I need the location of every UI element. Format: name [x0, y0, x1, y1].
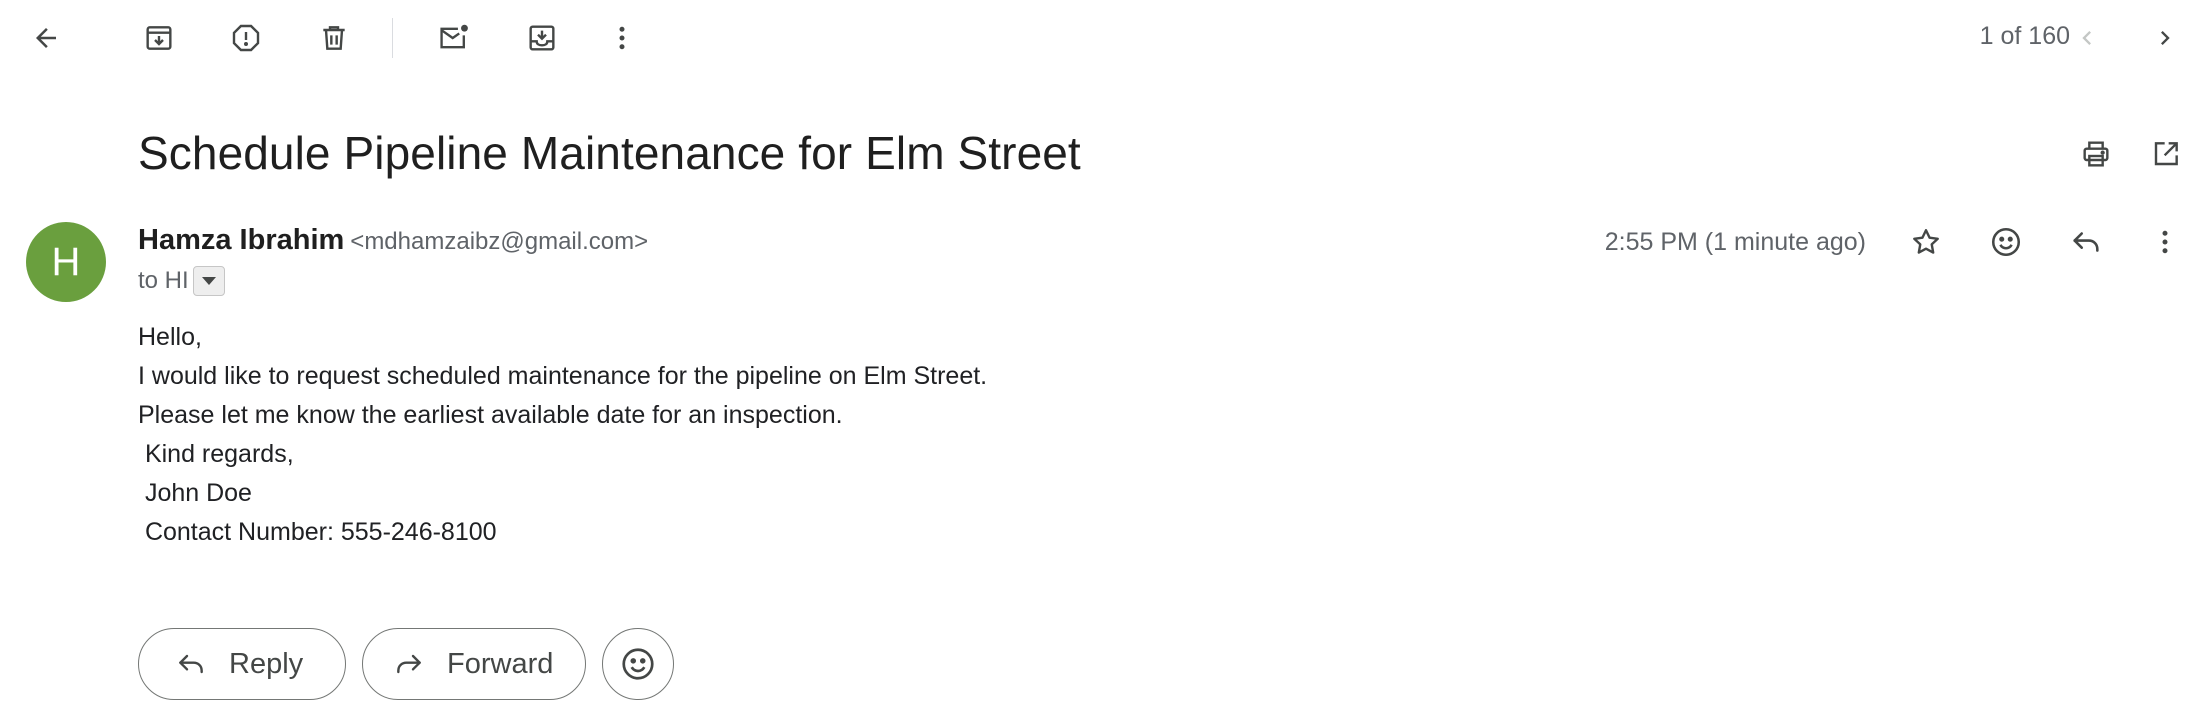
body-line: John Doe	[138, 479, 252, 507]
mark-unread-icon[interactable]	[430, 14, 478, 62]
recipient-label: to HI	[138, 267, 189, 294]
delete-icon[interactable]	[310, 14, 358, 62]
forward-button[interactable]: Forward	[362, 628, 586, 700]
reply-button[interactable]: Reply	[138, 628, 346, 700]
reply-icon[interactable]	[2062, 218, 2110, 266]
body-line: Kind regards,	[138, 440, 294, 468]
emoji-react-button[interactable]	[602, 628, 674, 700]
forward-arrow-icon	[397, 654, 421, 674]
sender-email: <mdhamzaibz@gmail.com>	[350, 228, 649, 255]
caret-down-icon	[201, 277, 216, 285]
forward-label: Forward	[447, 647, 554, 680]
archive-icon[interactable]	[135, 14, 183, 62]
smiley-icon	[622, 648, 654, 680]
sender-line: Hamza Ibrahim <mdhamzaibz@gmail.com>	[138, 224, 648, 257]
toolbar-divider	[392, 18, 393, 58]
email-timestamp: 2:55 PM (1 minute ago)	[1604, 228, 1866, 256]
open-in-new-window-icon[interactable]	[2142, 130, 2190, 178]
reply-label: Reply	[229, 647, 304, 680]
star-icon[interactable]	[1902, 218, 1950, 266]
sender-name[interactable]: Hamza Ibrahim	[138, 224, 344, 256]
message-more-icon[interactable]	[2141, 218, 2189, 266]
more-options-icon[interactable]	[598, 14, 646, 62]
chevron-right-icon[interactable]	[2141, 14, 2189, 62]
show-details-button[interactable]	[192, 266, 225, 296]
body-line: I would like to request scheduled mainte…	[138, 362, 988, 390]
email-subject: Schedule Pipeline Maintenance for Elm St…	[138, 127, 1081, 179]
email-body: Hello, I would like to request scheduled …	[138, 318, 987, 552]
body-line: Hello,	[138, 323, 202, 351]
body-line: Please let me know the earliest availabl…	[138, 401, 843, 429]
chevron-left-icon[interactable]	[2063, 14, 2111, 62]
back-arrow-icon[interactable]	[22, 14, 70, 62]
move-to-icon[interactable]	[518, 14, 566, 62]
report-spam-icon[interactable]	[222, 14, 270, 62]
sender-avatar[interactable]: H	[26, 222, 106, 302]
body-line: Contact Number: 555-246-8100	[138, 518, 497, 546]
pager-count: 1 of 160	[1979, 22, 2070, 50]
print-icon[interactable]	[2072, 130, 2120, 178]
recipient-line: to HI	[138, 266, 225, 296]
emoji-reaction-icon[interactable]	[1982, 218, 2030, 266]
reply-arrow-icon	[179, 654, 203, 674]
